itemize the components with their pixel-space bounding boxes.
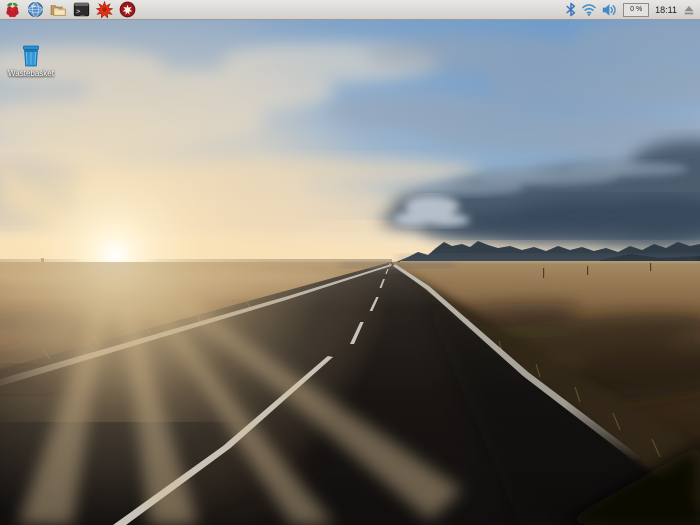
folders-icon (49, 1, 67, 18)
svg-text:>_: >_ (76, 7, 85, 15)
texture-grain (0, 262, 700, 525)
volume-button[interactable] (602, 1, 617, 19)
terminal-icon: >_ (73, 1, 90, 18)
bluetooth-button[interactable] (566, 1, 576, 19)
taskbar-launchers: >_ (0, 1, 136, 19)
wifi-icon (582, 3, 596, 16)
desktop-icon-wastebasket[interactable]: Wastebasket (3, 45, 59, 78)
terminal-button[interactable]: >_ (72, 1, 90, 19)
desktop: Wastebasket (0, 20, 700, 525)
bluetooth-icon (566, 2, 576, 17)
wallpaper-road-sunset (0, 20, 700, 525)
eject-button[interactable] (683, 1, 695, 19)
menu-button[interactable] (3, 1, 21, 19)
wolfram-button[interactable] (118, 1, 136, 19)
raspberry-icon (4, 1, 21, 18)
cpu-monitor[interactable]: 0 % (623, 3, 649, 17)
taskbar: >_ (0, 0, 700, 20)
wastebasket-icon (18, 45, 44, 67)
cpu-usage-label: 0 % (630, 6, 642, 13)
eject-icon (683, 4, 695, 16)
clock[interactable]: 18:11 (655, 5, 677, 15)
mathematica-button[interactable] (95, 1, 113, 19)
desktop-icon-label: Wastebasket (8, 69, 54, 78)
wolfram-circle-icon (119, 1, 136, 18)
globe-icon (27, 1, 44, 18)
system-tray: 0 % 18:11 (566, 1, 700, 19)
wifi-button[interactable] (582, 1, 596, 19)
volume-icon (602, 3, 617, 17)
spikey-star-icon (96, 1, 113, 18)
file-manager-button[interactable] (49, 1, 67, 19)
web-browser-button[interactable] (26, 1, 44, 19)
